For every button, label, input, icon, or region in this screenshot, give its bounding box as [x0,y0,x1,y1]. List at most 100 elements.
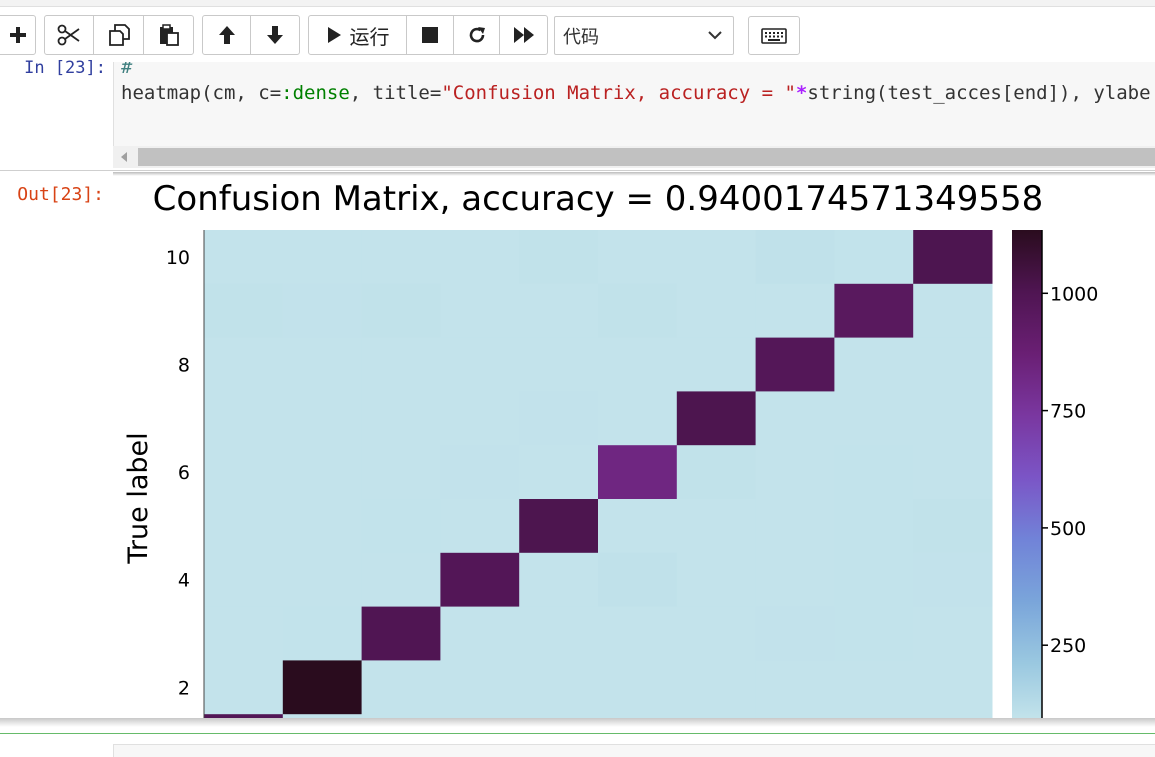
heatmap-cell [676,337,757,392]
insert-cell-button[interactable] [0,16,35,54]
code-editor[interactable]: # heatmap(cm, c=:dense, title="Confusion… [113,62,1155,146]
heatmap-cell [519,660,599,715]
heatmap-cell [913,230,993,285]
heatmap-cell [755,283,835,339]
heatmap-cell [913,552,993,608]
heatmap-cell [282,660,363,715]
y-tick-label: 2 [178,677,190,699]
horizontal-scrollbar[interactable] [113,146,1155,168]
cell-type-select[interactable]: 代码 [554,16,734,55]
heatmap-cell [282,552,363,608]
y-axis-label: True label [123,432,154,564]
paste-button[interactable] [144,16,193,54]
notebook-toolbar: 运行 代码 [0,15,1155,57]
heatmap-cell [913,283,993,339]
run-button[interactable]: 运行 [309,16,407,54]
restart-icon [469,27,485,43]
heatmap-cell [755,391,835,446]
heatmap-cell [834,337,914,392]
heatmap-cell [755,552,835,608]
heatmap-cell [598,552,678,608]
command-palette-button[interactable] [748,16,800,55]
heatmap-cell [204,606,284,661]
heatmap-cell [519,606,599,661]
heatmap-cell [913,606,993,661]
run-all-button[interactable] [500,16,547,54]
heatmap-cell [440,552,520,608]
move-up-button[interactable] [203,16,251,54]
interrupt-button[interactable] [407,16,454,54]
heatmap-cell [440,283,520,339]
heatmap-cell [598,337,678,392]
heatmap-cell [913,660,993,715]
heatmap-cell [282,606,363,661]
heatmap-cell [676,445,757,500]
heatmap-cell [598,499,678,554]
heatmap-cell [440,606,520,661]
heatmap-cell [282,337,363,392]
heatmap-cell [204,337,284,392]
heatmap-cell [913,445,993,500]
heatmap-cell [440,660,520,715]
y-tick-label: 4 [178,570,190,592]
heatmap-cell [204,230,284,285]
heatmap-cell [361,337,441,392]
next-cell-editor[interactable] [113,744,1155,757]
heatmap-cell [598,606,678,661]
heatmap-cell [440,445,520,500]
next-cell[interactable] [0,733,1155,757]
scrollbar-thumb[interactable] [138,148,1155,166]
heatmap-cell [834,499,914,554]
output-bottom-shadow [0,718,1155,727]
move-down-button[interactable] [251,16,299,54]
move-group [202,15,300,55]
heatmap-cell [755,606,835,661]
chart-title: Confusion Matrix, accuracy = 0.940017457… [153,180,1044,219]
heatmap-cell [361,660,441,715]
heatmap-cell [913,391,993,446]
copy-icon [108,24,130,46]
heatmap-cell [755,660,835,715]
cut-button[interactable] [45,16,94,54]
heatmap-cell [282,391,363,446]
plus-icon [10,27,26,43]
heatmap-cell [913,337,993,392]
paste-icon [159,24,179,46]
copy-button[interactable] [94,16,144,54]
scroll-left-arrow-icon[interactable] [121,152,127,162]
heatmap-cell [204,552,284,608]
heatmap-cell [440,499,520,554]
heatmap-cell [519,230,599,285]
y-tick-label: 8 [178,355,190,377]
output-scroll-shadow [113,172,1155,176]
insert-group [0,15,36,55]
heatmap-cell [440,230,520,285]
edit-group [44,15,194,55]
heatmap-cell [755,337,835,392]
keyboard-icon [761,27,787,44]
input-cell[interactable]: In [23]: # heatmap(cm, c=:dense, title="… [0,58,1155,171]
colorbar-tick-label: 500 [1050,518,1086,540]
heatmap-cell [755,230,835,285]
play-icon [327,27,341,43]
heatmap-cell [282,230,363,285]
heatmap-cell [282,499,363,554]
heatmap-cell [834,230,914,285]
heatmap-cell [361,606,441,661]
heatmap-cell [913,499,993,554]
heatmap-cell [755,445,835,500]
heatmap-cell [676,230,757,285]
heatmap-cell [676,499,757,554]
heatmap-cell [598,660,678,715]
heatmap-cell [440,391,520,446]
heatmap-cell [676,660,757,715]
restart-button[interactable] [454,16,500,54]
colorbar [1012,230,1042,725]
heatmap-cell [834,283,914,339]
heatmap-cell [519,445,599,500]
y-tick-label: 6 [178,462,190,484]
output-prompt: Out[23]: [17,184,104,205]
heatmap-cell [676,283,757,339]
input-prompt: In [23]: [24,58,106,78]
heatmap-cell [676,391,757,446]
